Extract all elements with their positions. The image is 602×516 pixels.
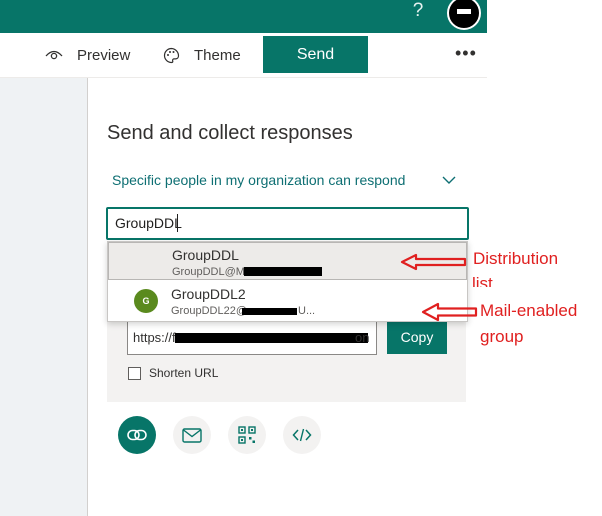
link-icon	[127, 429, 147, 441]
shorten-url-checkbox[interactable]	[128, 367, 141, 380]
user-avatar[interactable]	[447, 0, 481, 30]
suggestion-email: GroupDDL@M	[172, 266, 245, 278]
suggestion-name: GroupDDL2	[171, 286, 246, 302]
group-annotation: group	[480, 327, 524, 346]
suggestion-name: GroupDDL	[172, 247, 239, 263]
chevron-down-icon[interactable]	[441, 173, 457, 187]
email-share-button[interactable]	[173, 416, 211, 454]
preview-label: Preview	[77, 46, 131, 64]
distribution-annotation-list: list	[472, 275, 493, 287]
qr-code-icon	[238, 426, 256, 444]
copy-button[interactable]: Copy	[387, 320, 447, 354]
distribution-annotation-cut: list	[472, 275, 512, 287]
help-icon[interactable]: ?	[410, 0, 426, 24]
url-field[interactable]: https://f on	[127, 321, 377, 355]
top-bar: ?	[0, 0, 487, 33]
audience-dropdown[interactable]: Specific people in my organization can r…	[112, 172, 405, 188]
eye-icon	[45, 50, 63, 60]
link-share-button[interactable]	[118, 416, 156, 454]
mail-icon	[182, 427, 202, 443]
theme-label: Theme	[194, 46, 241, 64]
url-start: https://f	[133, 330, 176, 345]
mail-enabled-annotation: Mail-enabled	[480, 301, 578, 320]
embed-share-button[interactable]	[283, 416, 321, 454]
theme-button[interactable]: Theme	[163, 45, 241, 65]
distribution-annotation: Distribution	[473, 249, 559, 268]
avatar-redaction	[457, 9, 471, 14]
send-button[interactable]: Send	[263, 36, 368, 73]
suggestion-email: GroupDDL22@	[171, 305, 247, 317]
people-search-value: GroupDDL	[115, 215, 182, 231]
palette-icon	[163, 47, 180, 63]
suggestion-item[interactable]: GroupDDL2 GroupDDL22@ U...	[108, 282, 467, 320]
left-pane	[0, 78, 88, 516]
url-end: on	[355, 330, 370, 345]
arrow-left-icon	[421, 302, 478, 322]
shorten-url-label: Shorten URL	[149, 366, 219, 380]
suggestion-email-tail: U...	[298, 305, 316, 317]
group-avatar: G	[134, 289, 158, 313]
url-redaction	[175, 333, 368, 343]
panel-title: Send and collect responses	[107, 122, 353, 144]
arrow-left-icon	[400, 253, 467, 271]
toolbar: Preview Theme •••	[0, 33, 487, 97]
more-options-button[interactable]: •••	[455, 43, 477, 64]
embed-icon	[292, 428, 312, 442]
qr-share-button[interactable]	[228, 416, 266, 454]
people-search-input[interactable]: GroupDDL	[106, 207, 469, 240]
preview-button[interactable]: Preview	[45, 45, 130, 65]
text-caret	[177, 214, 178, 232]
email-redaction	[242, 308, 297, 315]
email-redaction	[244, 267, 322, 276]
